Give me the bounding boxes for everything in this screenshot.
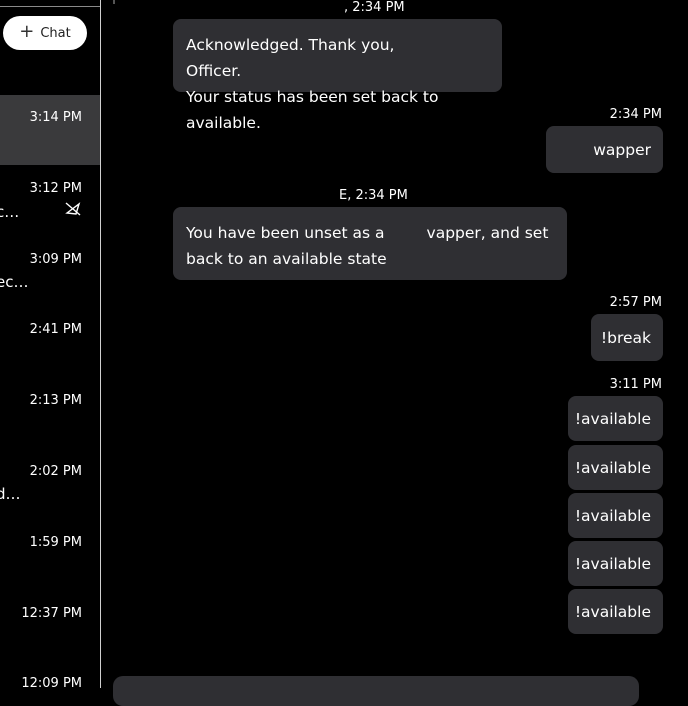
message-bubble-outgoing[interactable]: !break [591, 314, 663, 361]
message-text: !available [574, 409, 651, 428]
message-text: vapper, and set [426, 224, 549, 242]
message-meta: 3:11 PM [609, 377, 662, 392]
message-bubble-outgoing[interactable]: wapper [546, 126, 663, 173]
message-meta: 2:57 PM [609, 295, 662, 310]
message-text: You have been unset as a [186, 224, 385, 242]
chat-pane: , 2:34 PM Acknowledged. Thank you, Office… [101, 0, 688, 706]
conversation-time: 2:41 PM [29, 322, 82, 337]
new-chat-label: Chat [40, 25, 71, 41]
conversation-item[interactable]: 3:14 PM [0, 95, 100, 165]
message-meta: , 2:34 PM [344, 0, 405, 15]
message-text: !available [574, 602, 651, 621]
message-bubble-outgoing[interactable]: !available [568, 541, 663, 586]
conversation-snippet: c… [0, 203, 20, 221]
conversation-time: 3:14 PM [29, 110, 82, 125]
message-bubble-incoming: You have been unset as a vapper, and set … [173, 207, 567, 280]
conversation-time: 3:09 PM [29, 252, 82, 267]
message-bubble-outgoing[interactable]: !available [568, 589, 663, 634]
message-meta: 2:34 PM [609, 107, 662, 122]
conversation-time: 2:13 PM [29, 393, 82, 408]
conversation-time: 12:09 PM [21, 676, 82, 688]
message-text: Officer. [186, 62, 242, 80]
conversation-item[interactable]: 3:09 PM ec… [0, 236, 100, 306]
chat-list-sidebar: + Chat 3:14 PM 3:12 PM c… 3:09 PM ec… 2:… [0, 0, 101, 688]
message-text: Your status has been set back to availab… [186, 88, 439, 132]
message-text: Acknowledged. Thank you, [186, 36, 395, 54]
message-meta: E, 2:34 PM [339, 188, 408, 203]
conversation-item[interactable]: 12:37 PM [0, 590, 100, 660]
message-text: !available [574, 554, 651, 573]
message-bubble-outgoing[interactable]: !available [568, 445, 663, 490]
message-text: back to an available state [186, 250, 387, 268]
conversation-time: 12:37 PM [21, 606, 82, 621]
divider [0, 6, 100, 7]
conversation-item[interactable]: 3:12 PM c… [0, 165, 100, 235]
message-bubble-incoming: Acknowledged. Thank you, Officer. Your st… [173, 19, 502, 132]
message-text: !available [574, 458, 651, 477]
divider [113, 0, 115, 4]
message-text: !break [600, 328, 651, 347]
conversation-time: 2:02 PM [29, 464, 82, 479]
message-text: !available [574, 506, 651, 525]
conversation-item[interactable]: 1:59 PM [0, 519, 100, 589]
conversation-time: 1:59 PM [29, 535, 82, 550]
conversation-item[interactable]: 2:02 PM d… [0, 448, 100, 518]
conversation-snippet: d… [0, 485, 21, 503]
message-text: wapper [593, 140, 651, 159]
new-chat-button[interactable]: + Chat [3, 16, 87, 50]
plus-icon: + [19, 21, 35, 42]
conversation-snippet: ec… [0, 273, 29, 291]
message-bubble-outgoing[interactable]: !available [568, 493, 663, 538]
conversation-item[interactable]: 2:41 PM [0, 306, 100, 376]
conversation-item[interactable]: 12:09 PM [0, 660, 100, 688]
conversation-time: 3:12 PM [29, 181, 82, 196]
muted-icon [65, 202, 81, 216]
message-bubble-outgoing[interactable]: !available [568, 396, 663, 441]
message-composer[interactable] [113, 676, 639, 706]
conversation-item[interactable]: 2:13 PM [0, 377, 100, 447]
